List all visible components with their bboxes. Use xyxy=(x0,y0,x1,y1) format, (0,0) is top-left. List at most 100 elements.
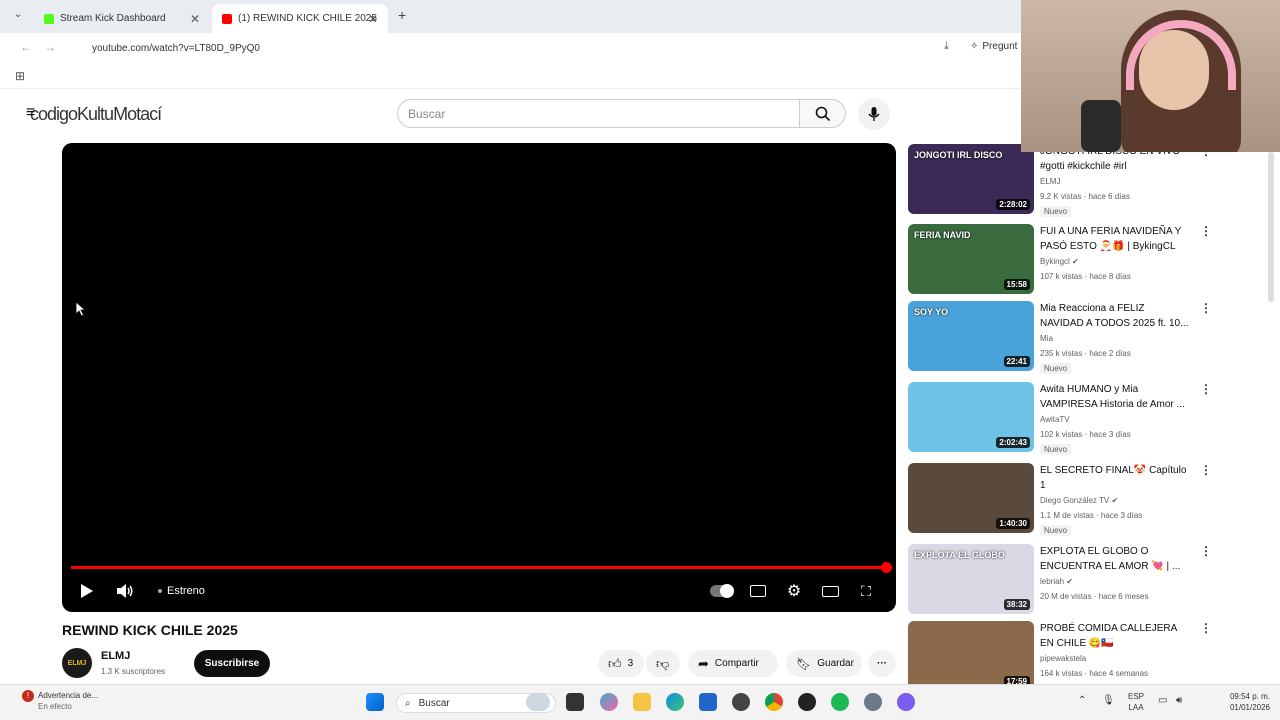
more-options-icon[interactable]: ⋮ xyxy=(1200,382,1212,396)
clock[interactable]: 09:54 p. m. 01/01/2026 xyxy=(1218,691,1270,713)
video-thumbnail[interactable]: 2:02:43 xyxy=(908,382,1034,452)
search-input[interactable]: Buscar xyxy=(397,99,800,128)
recommendation-item[interactable]: JONGOTI IRL DISCO 2:28:02JONGOTI IRL DISC… xyxy=(908,144,1212,217)
notification-title: Advertencia de... xyxy=(38,691,99,700)
progress-scrubber[interactable] xyxy=(881,562,892,573)
more-options-icon[interactable]: ⋮ xyxy=(1200,544,1212,558)
notification-warning[interactable]: ! Advertencia de... En efecto xyxy=(22,690,98,712)
autoplay-toggle[interactable] xyxy=(710,580,734,602)
subscribe-button[interactable]: Suscribirse xyxy=(194,650,270,677)
fullscreen-icon: ⛶ xyxy=(861,582,871,599)
tray-chevron-icon[interactable]: ⌃ xyxy=(1078,695,1086,706)
more-options-icon[interactable]: ⋮ xyxy=(1200,224,1212,238)
windows-start-icon[interactable] xyxy=(366,693,384,711)
copilot-icon[interactable] xyxy=(600,693,618,711)
recommendation-item[interactable]: 17:59 PROBÉ COMIDA CALLEJERA EN CHILE 😋🇨🇱… xyxy=(908,621,1212,693)
recommendation-item[interactable]: 2:02:43 Awita HUMANO y Mia VAMPIRESA Hist… xyxy=(908,382,1212,455)
recommendation-meta: 107 k vistas · hace 8 días xyxy=(1040,272,1131,281)
recommendation-channel[interactable]: ELMJ xyxy=(1040,177,1060,186)
recommendation-title[interactable]: Mia Reacciona a FELIZ NAVIDAD A TODOS 20… xyxy=(1040,301,1190,331)
tab-kick-dashboard[interactable]: Stream Kick Dashboard ✕ xyxy=(34,4,210,33)
page-scrollbar[interactable] xyxy=(1268,152,1274,302)
speaker-icon[interactable]: 🔊︎ xyxy=(1176,695,1182,706)
recommendation-item[interactable]: FERIA NAVID 15:58 FUI A UNA FERIA NAVIDEÑA… xyxy=(908,224,1212,296)
recommendation-item[interactable]: 1:40:30 EL SECRETO FINAL🤡 Capítulo 1 Diego… xyxy=(908,463,1212,536)
voice-search-button[interactable] xyxy=(858,98,890,130)
language-indicator[interactable]: ESP LAA xyxy=(1128,691,1144,713)
settings-button[interactable]: ⚙ xyxy=(784,580,804,602)
taskbar-search-label: Buscar xyxy=(418,697,450,709)
recommendation-item[interactable]: EXPLOTA EL GLOBO 38:32 EXPLOTA EL GLOBO O … xyxy=(908,544,1212,616)
tab-list-chevron-icon[interactable]: ⌄ xyxy=(14,9,22,20)
close-tab-icon[interactable]: ✕ xyxy=(368,12,378,26)
store-icon[interactable] xyxy=(699,693,717,711)
more-options-icon[interactable]: ⋮ xyxy=(1200,301,1212,315)
tab-youtube-video[interactable]: (1) REWIND KICK CHILE 2025 ✕ xyxy=(212,4,388,33)
close-tab-icon[interactable]: ✕ xyxy=(190,12,200,26)
video-thumbnail[interactable]: 1:40:30 xyxy=(908,463,1034,533)
play-button[interactable] xyxy=(76,580,98,602)
obs-icon[interactable] xyxy=(732,693,750,711)
task-view-icon[interactable] xyxy=(566,693,584,711)
recommendation-item[interactable]: SOY YO 22:41 Mia Reacciona a FELIZ NAVIDAD… xyxy=(908,301,1212,374)
more-options-icon[interactable]: ⋮ xyxy=(1200,621,1212,635)
share-button[interactable]: ➦ Compartir xyxy=(688,650,778,677)
settings-app-icon[interactable] xyxy=(864,693,882,711)
url-field[interactable]: youtube.com/watch?v=LT80D_9PyQ0 xyxy=(92,38,1012,58)
like-button[interactable]: 👍︎ 3 xyxy=(598,650,644,677)
recommendation-channel[interactable]: Diego González TV ✔ xyxy=(1040,496,1118,505)
save-button[interactable]: 🔖︎ Guardar xyxy=(786,650,862,677)
forward-icon[interactable]: → xyxy=(44,40,56,54)
apps-grid-icon[interactable]: ⊞ xyxy=(15,69,25,83)
recommendation-channel[interactable]: Bykingcl ✔ xyxy=(1040,257,1079,266)
youtube-logo-glitch[interactable]: codigoKultuMotací xyxy=(30,104,162,125)
video-thumbnail[interactable]: EXPLOTA EL GLOBO 38:32 xyxy=(908,544,1034,614)
premiere-label: Estreno xyxy=(167,585,205,597)
back-icon[interactable]: ← xyxy=(20,40,32,54)
more-actions-button[interactable]: ··· xyxy=(868,650,896,677)
recommendation-channel[interactable]: pipewakstela xyxy=(1040,654,1086,663)
thumbs-down-icon: 👎︎ xyxy=(656,655,670,671)
video-thumbnail[interactable]: 17:59 xyxy=(908,621,1034,691)
subtitles-icon xyxy=(750,585,766,597)
search-button[interactable] xyxy=(800,99,846,128)
new-tab-button[interactable]: + xyxy=(398,7,406,23)
channel-name[interactable]: ELMJ xyxy=(101,650,130,662)
theater-mode-button[interactable] xyxy=(820,580,840,602)
widgets-icon[interactable] xyxy=(526,693,550,711)
fullscreen-button[interactable]: ⛶ xyxy=(856,580,876,602)
video-thumbnail[interactable]: JONGOTI IRL DISCO 2:28:02 xyxy=(908,144,1034,214)
edge-icon[interactable] xyxy=(666,693,684,711)
duration-badge: 15:58 xyxy=(1003,279,1030,290)
recommendation-title[interactable]: Awita HUMANO y Mia VAMPIRESA Historia de… xyxy=(1040,382,1190,412)
search-icon: ⌕ xyxy=(405,697,411,709)
recommendation-title[interactable]: FUI A UNA FERIA NAVIDEÑA Y PASÓ ESTO 🎅🎁 … xyxy=(1040,224,1190,254)
video-thumbnail[interactable]: SOY YO 22:41 xyxy=(908,301,1034,371)
channel-avatar[interactable]: ELMJ xyxy=(62,648,92,678)
toggle-icon xyxy=(710,584,734,598)
video-thumbnail[interactable]: FERIA NAVID 15:58 xyxy=(908,224,1034,294)
recommendation-title[interactable]: EL SECRETO FINAL🤡 Capítulo 1 xyxy=(1040,463,1190,493)
thumbnail-caption: EXPLOTA EL GLOBO xyxy=(914,550,1005,560)
network-icon[interactable]: ▭ xyxy=(1158,695,1167,706)
volume-button[interactable] xyxy=(114,580,136,602)
file-explorer-icon[interactable] xyxy=(633,693,651,711)
recommendation-meta: 235 k vistas · hace 2 días xyxy=(1040,349,1131,358)
recommendation-title[interactable]: EXPLOTA EL GLOBO O ENCUENTRA EL AMOR 💘 |… xyxy=(1040,544,1190,574)
app-icon[interactable] xyxy=(798,693,816,711)
discord-icon[interactable] xyxy=(897,693,915,711)
chrome-icon[interactable] xyxy=(765,693,783,711)
progress-bar[interactable] xyxy=(71,566,887,569)
recommendation-channel[interactable]: lebriah ✔ xyxy=(1040,577,1073,586)
spotify-icon[interactable] xyxy=(831,693,849,711)
dislike-button[interactable]: 👎︎ xyxy=(646,650,680,677)
tray-mic-icon[interactable]: 🎙︎ xyxy=(1102,695,1115,706)
video-player[interactable] xyxy=(62,143,896,612)
recommendation-meta: 9.2 K vistas · hace 6 días xyxy=(1040,192,1130,201)
more-options-icon[interactable]: ⋮ xyxy=(1200,463,1212,477)
recommendation-channel[interactable]: Mia xyxy=(1040,334,1053,343)
recommendation-channel[interactable]: AwitaTV xyxy=(1040,415,1070,424)
language-layout: LAA xyxy=(1128,703,1144,712)
recommendation-title[interactable]: PROBÉ COMIDA CALLEJERA EN CHILE 😋🇨🇱 xyxy=(1040,621,1190,651)
subtitles-button[interactable] xyxy=(748,580,768,602)
